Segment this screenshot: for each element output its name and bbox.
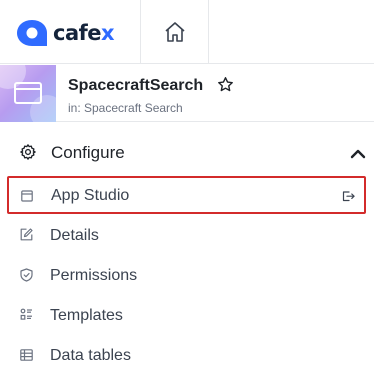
table-icon bbox=[20, 348, 33, 366]
nav-item-app-studio[interactable]: App Studio bbox=[7, 176, 366, 214]
nav-item-label: Permissions bbox=[50, 267, 138, 284]
chevron-up-icon[interactable] bbox=[350, 147, 366, 165]
nav-item-label: Details bbox=[50, 227, 99, 244]
nav-item-label: Templates bbox=[50, 307, 123, 324]
window-icon bbox=[21, 189, 33, 207]
star-icon[interactable] bbox=[217, 76, 234, 98]
open-external-icon[interactable] bbox=[342, 189, 355, 207]
shield-icon bbox=[20, 268, 33, 287]
section-label: Configure bbox=[51, 143, 125, 162]
app-thumbnail bbox=[0, 65, 56, 122]
divider bbox=[208, 0, 209, 64]
nav-item-details[interactable]: Details bbox=[0, 216, 374, 254]
home-icon bbox=[165, 22, 185, 42]
app-title: SpacecraftSearch bbox=[68, 77, 204, 94]
cafex-logo-icon bbox=[17, 20, 47, 46]
gear-icon bbox=[19, 143, 37, 166]
cafex-logo[interactable]: cafex bbox=[16, 19, 115, 47]
app-location: in: Spacecraft Search bbox=[68, 101, 183, 115]
nav-item-data-tables[interactable]: Data tables bbox=[0, 336, 374, 374]
home-button[interactable] bbox=[141, 0, 209, 64]
edit-document-icon bbox=[20, 228, 33, 246]
top-bar: cafex bbox=[0, 0, 374, 64]
configure-section-header[interactable]: Configure bbox=[0, 133, 374, 173]
app-header: SpacecraftSearch in: Spacecraft Search bbox=[0, 65, 374, 122]
app-window-icon bbox=[14, 82, 42, 104]
nav-item-permissions[interactable]: Permissions bbox=[0, 256, 374, 294]
nav-item-label: Data tables bbox=[50, 347, 131, 364]
templates-icon bbox=[20, 308, 33, 326]
nav-item-label: App Studio bbox=[51, 187, 130, 204]
logo-wordmark: cafex bbox=[53, 21, 115, 45]
nav-item-templates[interactable]: Templates bbox=[0, 296, 374, 334]
